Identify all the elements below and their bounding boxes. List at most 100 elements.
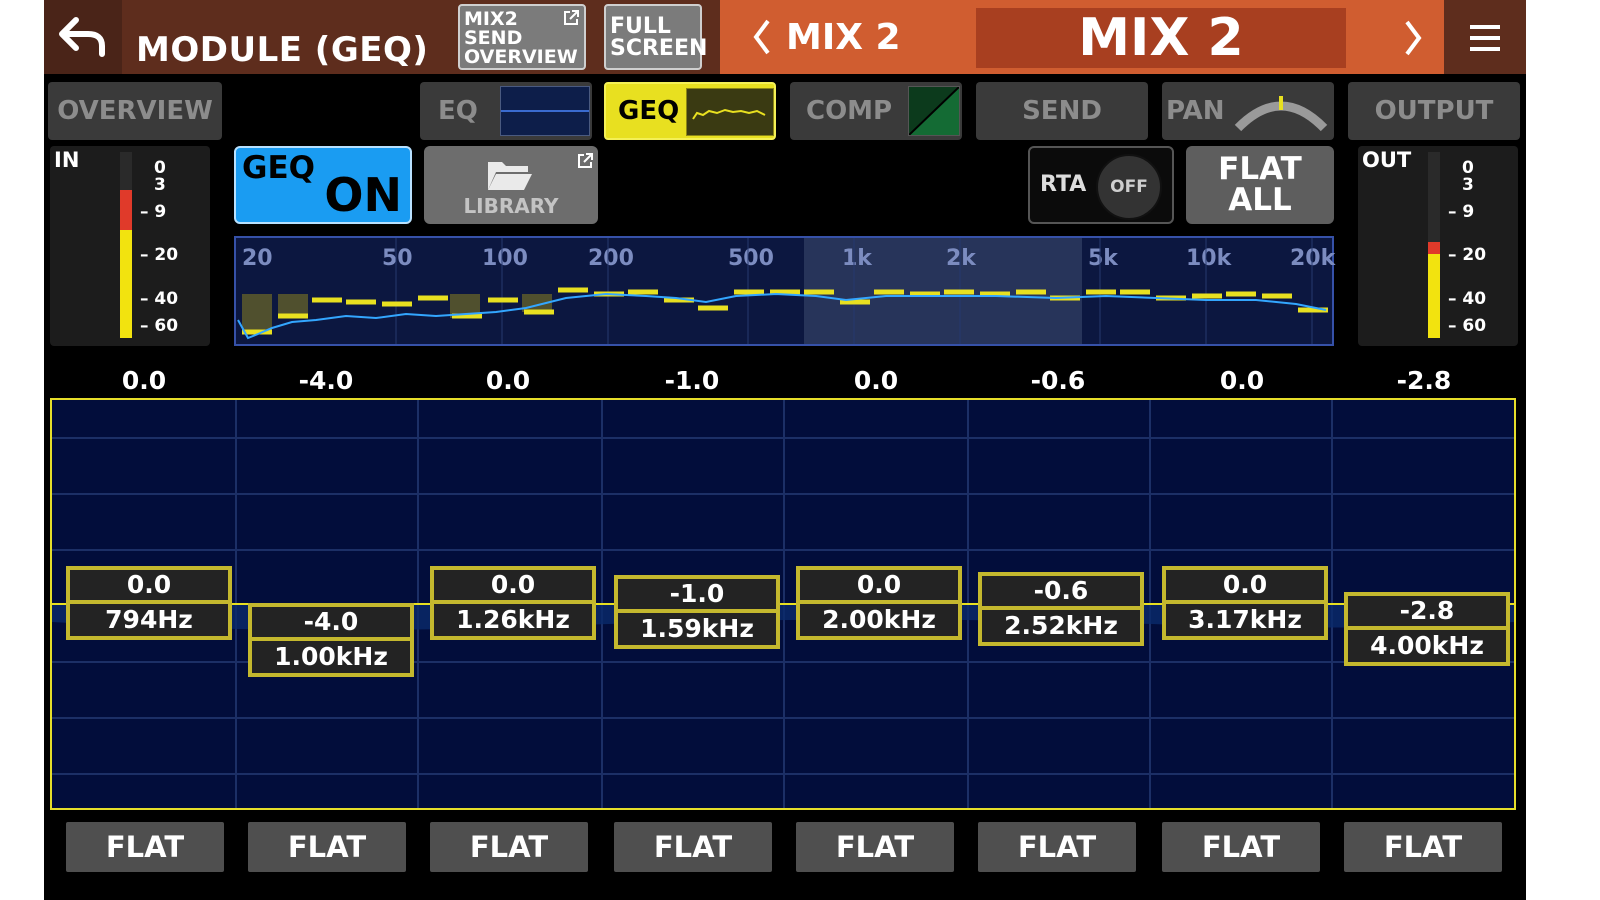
scale-60: – 60 (140, 316, 179, 336)
flat-button[interactable]: FLAT (1162, 822, 1320, 872)
band-value-label: 0.0 (121, 366, 167, 395)
input-meter-label: IN (54, 148, 80, 172)
input-meter-scale: 0 3 – 9 – 20 – 40 – 60 (136, 146, 206, 346)
flat-button[interactable]: FLAT (1344, 822, 1502, 872)
scale-20: – 20 (140, 245, 179, 265)
band-fader-knob[interactable]: 0.0 2.00kHz (796, 566, 962, 640)
full-screen-line-1: FULL (610, 14, 671, 39)
output-meter-peak (1428, 242, 1440, 255)
knob-frequency: 2.00kHz (800, 604, 958, 636)
flat-button[interactable]: FLAT (66, 822, 224, 872)
back-button[interactable] (44, 0, 122, 74)
band-fader-knob[interactable]: -4.0 1.00kHz (248, 603, 414, 678)
output-meter-scale: 0 3 – 9 – 20 – 40 – 60 (1444, 146, 1514, 346)
band-fader-knob[interactable]: 0.0 794Hz (66, 566, 232, 640)
library-label: LIBRARY (463, 194, 559, 218)
band-fader-knob[interactable]: 0.0 3.17kHz (1162, 566, 1328, 640)
hamburger-icon-bar (1470, 47, 1500, 51)
scale-9: – 9 (140, 202, 167, 222)
chevron-right-icon (1405, 20, 1422, 56)
flat-button[interactable]: FLAT (430, 822, 588, 872)
scale-40: – 40 (140, 289, 179, 309)
flat-all-line-2: ALL (1228, 182, 1292, 218)
flat-button[interactable]: FLAT (978, 822, 1136, 872)
knob-gain-value: 0.0 (1166, 570, 1324, 600)
folder-icon (488, 162, 532, 190)
band-value-label: 0.0 (485, 366, 531, 395)
scale-9: – 9 (1448, 202, 1475, 222)
input-meter-level (120, 211, 132, 338)
menu-button[interactable] (1454, 10, 1516, 66)
output-meter-label: OUT (1362, 148, 1412, 172)
send-overview-line-3: OVERVIEW (464, 46, 578, 68)
tab-pan[interactable]: PAN (1162, 82, 1334, 140)
band-fader-knob[interactable]: -2.8 4.00kHz (1344, 592, 1510, 667)
flat-all-line-1: FLAT (1218, 151, 1302, 187)
knob-frequency: 4.00kHz (1348, 630, 1506, 663)
tab-comp[interactable]: COMP (790, 82, 962, 140)
geq-overview-graph[interactable]: 20 50 100 200 500 1k 2k 5k 10k 20k (234, 236, 1335, 346)
scale-3: 3 (154, 175, 166, 195)
input-meter-peak (120, 190, 132, 231)
full-screen-line-2: SCREEN (610, 36, 708, 61)
page-title: MODULE (GEQ) (136, 30, 429, 70)
full-screen-button[interactable]: FULL SCREEN (604, 4, 708, 70)
scale-20: – 20 (1448, 245, 1487, 265)
tab-send[interactable]: SEND (976, 82, 1148, 140)
eq-thumbnail (500, 86, 590, 136)
band-value-label: -4.0 (298, 366, 354, 395)
geq-thumbnail (686, 88, 774, 136)
tab-comp-label: COMP (806, 96, 893, 126)
geq-on-button[interactable]: GEQ ON (234, 146, 412, 224)
output-meter-level (1428, 248, 1440, 338)
rta-toggle[interactable]: RTA OFF (1028, 146, 1174, 224)
flat-button[interactable]: FLAT (248, 822, 406, 872)
geq-module-screen: MODULE (GEQ) MIX2 SEND OVERVIEW FULL SCR… (44, 0, 1526, 900)
knob-frequency: 1.26kHz (434, 604, 592, 636)
band-value-label: 0.0 (853, 366, 899, 395)
input-meter-track (120, 152, 132, 338)
flat-button[interactable]: FLAT (796, 822, 954, 872)
knob-gain-value: -4.0 (252, 607, 410, 638)
external-link-icon (578, 153, 593, 168)
band-fader-knob[interactable]: 0.0 1.26kHz (430, 566, 596, 640)
band-value-label: 0.0 (1219, 366, 1265, 395)
geq-on-label: GEQ (242, 150, 315, 186)
band-value-label: -0.6 (1030, 366, 1086, 395)
knob-frequency: 1.59kHz (618, 613, 776, 646)
band-fader-knob[interactable]: -1.0 1.59kHz (614, 575, 780, 650)
tab-eq-label: EQ (438, 96, 478, 126)
hamburger-icon-bar (1470, 36, 1500, 40)
tab-eq[interactable]: EQ (420, 82, 592, 140)
output-meter-panel: OUT 0 3 – 9 – 20 – 40 – 60 (1358, 146, 1518, 346)
band-fader-knob[interactable]: -0.6 2.52kHz (978, 571, 1144, 646)
rta-state: OFF (1110, 177, 1148, 197)
knob-gain-value: 0.0 (800, 570, 958, 600)
geq-on-state: ON (324, 168, 402, 222)
output-meter-track (1428, 152, 1440, 338)
hamburger-icon-bar (1470, 25, 1500, 29)
tab-pan-label: PAN (1166, 96, 1225, 126)
band-value-label: -2.8 (1396, 366, 1452, 395)
tab-output[interactable]: OUTPUT (1348, 82, 1520, 140)
knob-gain-value: -0.6 (982, 575, 1140, 606)
back-arrow-icon (59, 17, 105, 57)
prev-mix-label: MIX 2 (786, 16, 901, 58)
external-link-icon (564, 10, 579, 25)
tab-overview[interactable]: OVERVIEW (48, 82, 222, 140)
next-mix-button[interactable] (1388, 10, 1438, 66)
input-meter-panel: IN 0 3 – 9 – 20 – 40 – 60 (50, 146, 210, 346)
chevron-left-icon (753, 19, 770, 55)
knob-frequency: 1.00kHz (252, 641, 410, 674)
prev-mix-button[interactable]: MIX 2 (720, 0, 964, 74)
tab-geq[interactable]: GEQ (604, 82, 776, 140)
knob-frequency: 3.17kHz (1166, 604, 1324, 636)
flat-all-button[interactable]: FLAT ALL (1186, 146, 1334, 224)
knob-frequency: 794Hz (70, 604, 228, 636)
send-overview-button[interactable]: MIX2 SEND OVERVIEW (458, 4, 586, 70)
comp-thumbnail (908, 86, 960, 136)
flat-button[interactable]: FLAT (614, 822, 772, 872)
knob-gain-value: -1.0 (618, 579, 776, 610)
library-button[interactable]: LIBRARY (424, 146, 598, 224)
knob-frequency: 2.52kHz (982, 609, 1140, 642)
